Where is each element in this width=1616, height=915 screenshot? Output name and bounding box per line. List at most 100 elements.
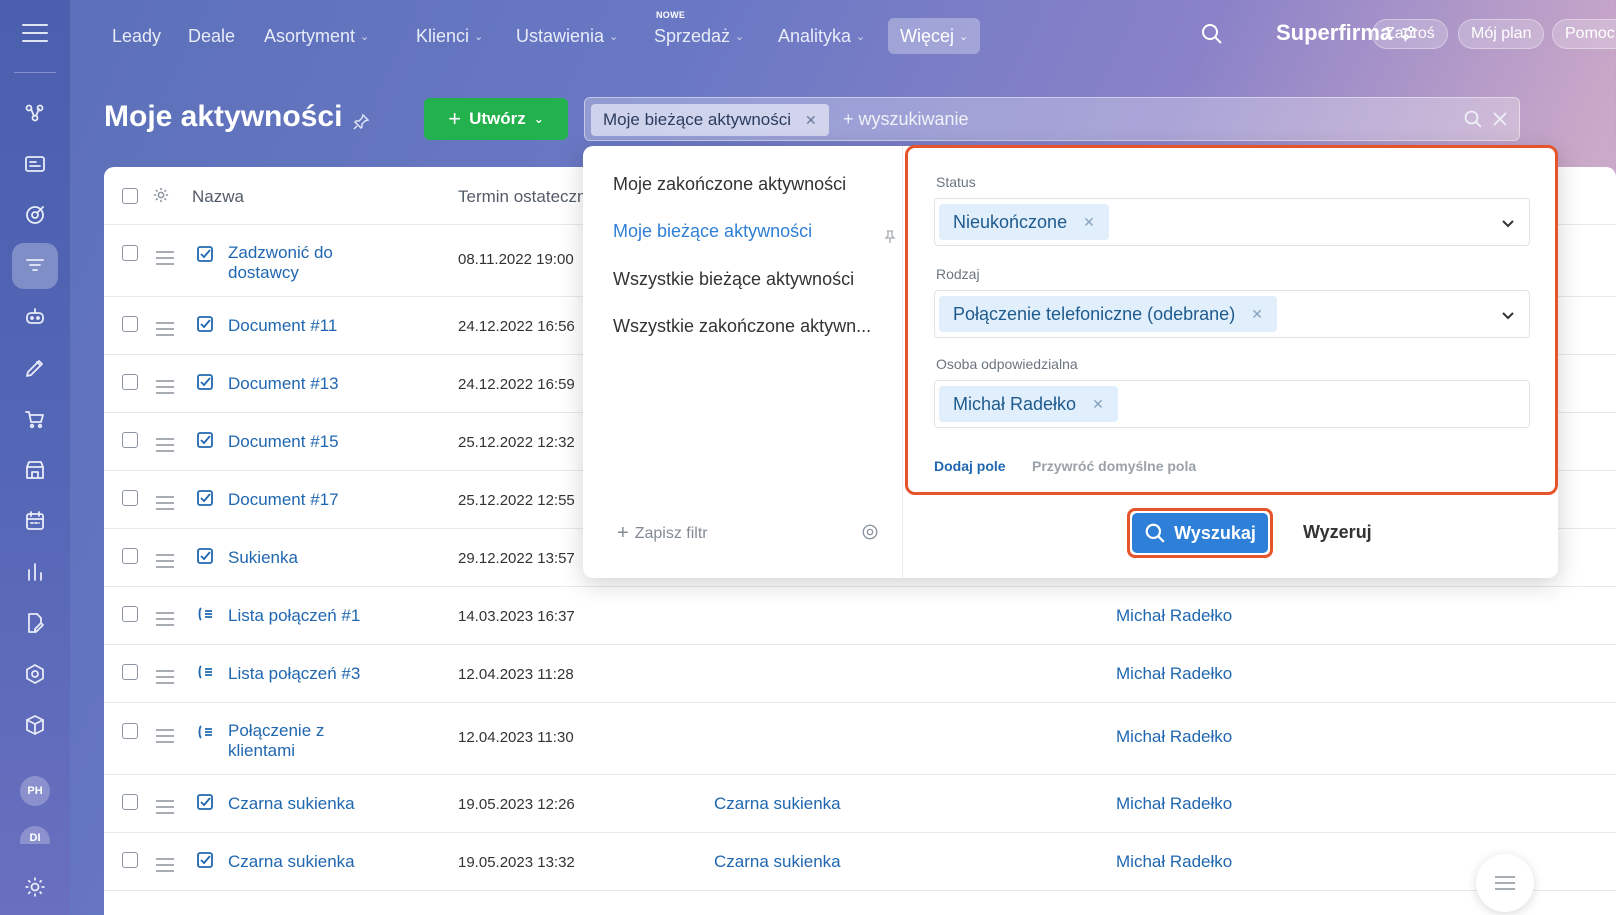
nav-item-asortyment[interactable]: Asortyment ⌄	[264, 18, 369, 54]
hexagon-icon[interactable]	[12, 651, 58, 697]
drag-handle-icon[interactable]	[156, 858, 174, 876]
column-settings-gear-icon[interactable]	[152, 186, 170, 204]
activity-name-link[interactable]: Zadzwonić do dostawcy	[228, 243, 378, 283]
row-checkbox[interactable]	[122, 606, 138, 622]
restore-default-fields-link[interactable]: Przywróć domyślne pola	[1032, 458, 1196, 474]
responsible-person-link[interactable]: Michał Radełko	[1116, 852, 1232, 872]
activity-name-link[interactable]: Document #17	[228, 490, 378, 510]
row-checkbox[interactable]	[122, 245, 138, 261]
preset-my-current[interactable]: Moje bieżące aktywności	[613, 221, 812, 242]
remove-tag-icon[interactable]: ✕	[805, 112, 817, 129]
drag-handle-icon[interactable]	[156, 322, 174, 340]
pen-icon[interactable]	[12, 345, 58, 391]
row-checkbox[interactable]	[122, 374, 138, 390]
status-field[interactable]: Nieukończone ✕	[934, 198, 1530, 246]
drag-handle-icon[interactable]	[156, 251, 174, 269]
drag-handle-icon[interactable]	[156, 670, 174, 688]
responsible-person-link[interactable]: Michał Radełko	[1116, 794, 1232, 814]
invite-button[interactable]: Zaproś	[1372, 19, 1448, 49]
preset-my-completed[interactable]: Moje zakończone aktywności	[613, 174, 846, 195]
activity-name-link[interactable]: Sukienka	[228, 548, 378, 568]
table-row[interactable]: Czarna sukienka 19.05.2023 12:26 Czarna su…	[104, 775, 1616, 833]
add-field-link[interactable]: Dodaj pole	[934, 458, 1006, 474]
related-item-link[interactable]: Czarna sukienka	[714, 794, 841, 814]
preset-all-completed[interactable]: Wszystkie zakończone aktywn...	[613, 316, 871, 337]
nav-item-wiecej[interactable]: Więcej ⌄	[888, 18, 981, 54]
nav-item-sprzedaz[interactable]: Sprzedaż ⌄	[654, 18, 744, 54]
responsible-person-field[interactable]: Michał Radełko ✕	[934, 380, 1530, 428]
preset-all-current[interactable]: Wszystkie bieżące aktywności	[613, 269, 854, 290]
chevron-down-icon[interactable]	[1501, 216, 1515, 230]
nav-item-ustawienia[interactable]: Ustawienia ⌄	[516, 18, 618, 54]
active-filter-tag[interactable]: Moje bieżące aktywności ✕	[591, 104, 829, 136]
activity-name-link[interactable]: Document #13	[228, 374, 378, 394]
row-checkbox[interactable]	[122, 432, 138, 448]
cube-icon[interactable]	[12, 702, 58, 748]
column-header-deadline[interactable]: Termin ostateczn	[458, 187, 587, 207]
select-all-checkbox[interactable]	[122, 188, 138, 204]
row-checkbox[interactable]	[122, 794, 138, 810]
target-icon[interactable]	[12, 192, 58, 238]
cart-icon[interactable]	[12, 396, 58, 442]
gear-icon[interactable]	[861, 523, 879, 541]
drag-handle-icon[interactable]	[156, 800, 174, 818]
type-field[interactable]: Połączenie telefoniczne (odebrane) ✕	[934, 290, 1530, 338]
menu-hamburger-icon[interactable]	[22, 24, 48, 44]
drag-handle-icon[interactable]	[156, 612, 174, 630]
list-menu-button[interactable]	[1476, 854, 1534, 912]
remove-tag-icon[interactable]: ✕	[1251, 306, 1263, 323]
column-header-name[interactable]: Nazwa	[192, 187, 244, 207]
table-row[interactable]: Połączenie z klientami 12.04.2023 11:30 Mi…	[104, 703, 1616, 775]
responsible-person-link[interactable]: Michał Radełko	[1116, 664, 1232, 684]
pin-icon[interactable]	[352, 113, 370, 131]
activity-name-link[interactable]: Document #15	[228, 432, 378, 452]
avatar[interactable]: PH	[20, 776, 50, 806]
responsible-person-link[interactable]: Michał Radełko	[1116, 606, 1232, 626]
row-checkbox[interactable]	[122, 548, 138, 564]
search-icon[interactable]	[1200, 22, 1224, 46]
row-checkbox[interactable]	[122, 316, 138, 332]
search-icon[interactable]	[1463, 109, 1483, 129]
responsible-person-link[interactable]: Michał Radełko	[1116, 727, 1232, 747]
drag-handle-icon[interactable]	[156, 438, 174, 456]
table-row[interactable]: Lista połączeń #3 12.04.2023 11:28 Michał …	[104, 645, 1616, 703]
create-button[interactable]: + Utwórz ⌄	[424, 98, 568, 140]
document-edit-icon[interactable]	[12, 600, 58, 646]
search-button[interactable]: Wyszukaj	[1132, 513, 1268, 553]
calendar-icon[interactable]	[12, 498, 58, 544]
contact-card-icon[interactable]	[12, 141, 58, 187]
search-input[interactable]: + wyszukiwanie	[843, 109, 969, 130]
nav-item-deale[interactable]: Deale	[188, 18, 235, 54]
chevron-down-icon[interactable]	[1501, 308, 1515, 322]
avatar[interactable]: DI	[20, 826, 50, 844]
row-checkbox[interactable]	[122, 490, 138, 506]
activity-name-link[interactable]: Połączenie z klientami	[228, 721, 378, 761]
help-button[interactable]: Pomoc	[1552, 19, 1616, 49]
activity-name-link[interactable]: Czarna sukienka	[228, 852, 378, 872]
activity-name-link[interactable]: Lista połączeń #1	[228, 606, 378, 626]
nav-item-analityka[interactable]: Analityka ⌄	[778, 18, 865, 54]
pipeline-icon[interactable]	[12, 90, 58, 136]
bar-chart-icon[interactable]	[12, 549, 58, 595]
close-icon[interactable]	[1491, 110, 1509, 128]
settings-gear-icon[interactable]	[12, 864, 58, 910]
table-row[interactable]: Lista połączeń #1 14.03.2023 16:37 Michał …	[104, 587, 1616, 645]
remove-tag-icon[interactable]: ✕	[1092, 396, 1104, 413]
related-item-link[interactable]: Czarna sukienka	[714, 852, 841, 872]
drag-handle-icon[interactable]	[156, 380, 174, 398]
pin-icon[interactable]	[883, 230, 897, 244]
nav-item-klienci[interactable]: Klienci ⌄	[416, 18, 483, 54]
drag-handle-icon[interactable]	[156, 729, 174, 747]
filter-funnel-icon[interactable]	[12, 243, 58, 289]
activity-name-link[interactable]: Lista połączeń #3	[228, 664, 378, 684]
filter-search-bar[interactable]: Moje bieżące aktywności ✕ + wyszukiwanie	[584, 97, 1520, 141]
row-checkbox[interactable]	[122, 852, 138, 868]
drag-handle-icon[interactable]	[156, 554, 174, 572]
row-checkbox[interactable]	[122, 664, 138, 680]
robot-icon[interactable]	[12, 294, 58, 340]
nav-item-leady[interactable]: Leady	[112, 18, 161, 54]
store-icon[interactable]	[12, 447, 58, 493]
table-row[interactable]: Czarna sukienka 19.05.2023 13:32 Czarna su…	[104, 833, 1616, 891]
reset-button[interactable]: Wyzeruj	[1303, 522, 1372, 543]
row-checkbox[interactable]	[122, 723, 138, 739]
